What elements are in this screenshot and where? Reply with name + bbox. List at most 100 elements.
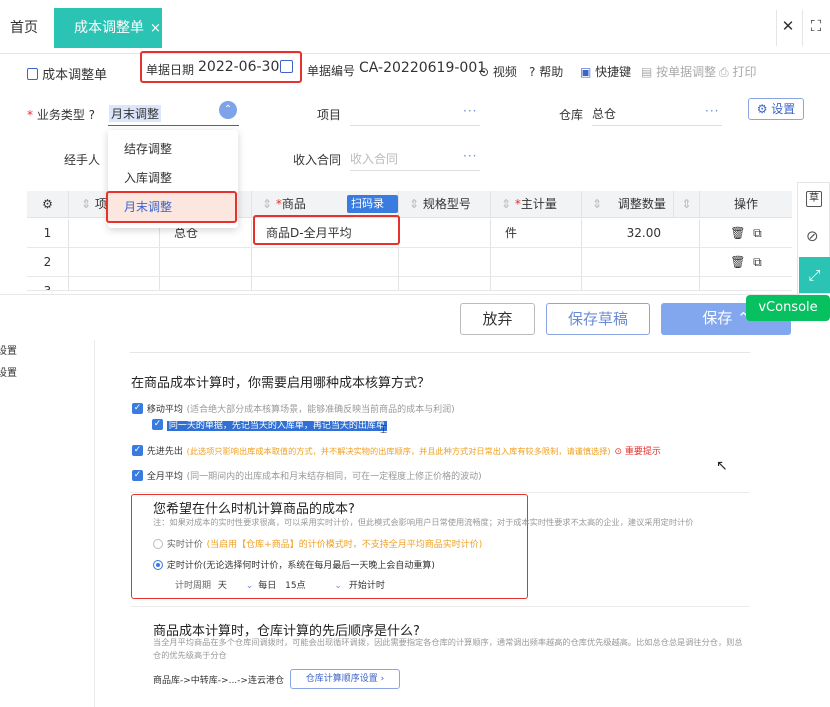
checkbox-checked-icon[interactable]: ✓ bbox=[132, 470, 143, 481]
cell-warehouse[interactable] bbox=[160, 277, 252, 290]
chevron-down-icon[interactable]: ⌄ bbox=[246, 581, 254, 591]
cell-unit[interactable] bbox=[491, 277, 582, 290]
draft-icon[interactable]: 草 bbox=[806, 191, 822, 207]
q2-note: 注：如果对成本的实时性要求很高，可以采用实时计价，但此模式会影响用户日常使用流畅… bbox=[153, 517, 694, 527]
print-link[interactable]: ⎙ 打印 bbox=[719, 63, 756, 80]
delete-icon[interactable]: 🗑 bbox=[730, 255, 745, 269]
contract-field[interactable]: 收入合同 bbox=[350, 150, 398, 167]
project-more-icon[interactable]: ··· bbox=[463, 104, 477, 118]
biz-type-underline bbox=[108, 125, 239, 126]
radio-icon[interactable] bbox=[153, 538, 163, 549]
row-number: 2 bbox=[27, 248, 69, 276]
checkbox-checked-icon[interactable]: ✓ bbox=[152, 419, 163, 430]
row-actions bbox=[700, 277, 792, 290]
option-moving-sub[interactable]: ✓ 同一天的单据，先记当天的入库单，再记当天的出库单 bbox=[152, 417, 387, 431]
tab-label: 成本调整单 bbox=[74, 20, 144, 36]
warehouse-order-button[interactable]: 仓库计算顺序设置 › bbox=[290, 669, 400, 689]
grid-settings-icon[interactable]: ⚙ bbox=[27, 191, 69, 217]
table-row[interactable]: 3 bbox=[27, 277, 792, 291]
video-link[interactable]: ⊙ 视频 bbox=[479, 63, 517, 80]
chevron-up-icon[interactable]: ⌃ bbox=[219, 101, 237, 119]
row-number: 3 bbox=[27, 277, 69, 290]
play-icon: ⊙ bbox=[479, 65, 490, 79]
shortcut-link[interactable]: ▣ 快捷键 bbox=[580, 63, 631, 80]
checkbox-checked-icon[interactable]: ✓ bbox=[132, 445, 143, 456]
cell-project[interactable] bbox=[69, 248, 160, 276]
vconsole-button[interactable]: vConsole bbox=[746, 295, 830, 321]
option-scheduled[interactable]: 定时计价(无论选择何时计价，系统在每月最后一天晚上会自动重算) bbox=[153, 557, 435, 571]
option-monthly-average[interactable]: ✓ 全月平均 (同一期间内的出库成本和月末结存相同，可在一定程度上修正价格的波动… bbox=[132, 468, 482, 482]
option-realtime[interactable]: 实时计价 (当启用【仓库+商品】的计价模式时，不支持全月平均商品实时计价) bbox=[153, 536, 482, 550]
copy-icon[interactable]: ⧉ bbox=[753, 226, 762, 240]
project-label: 项目 bbox=[317, 108, 342, 122]
hour-select[interactable]: 15点 bbox=[285, 581, 305, 591]
warehouse-underline bbox=[592, 125, 722, 126]
cell-unit[interactable]: 件 bbox=[491, 219, 582, 247]
row-actions: 🗑 ⧉ bbox=[700, 219, 792, 247]
tab-home[interactable]: 首页 bbox=[10, 8, 38, 48]
col-product[interactable]: ⇕ *商品 扫码录入 bbox=[252, 191, 399, 228]
close-icon[interactable]: × bbox=[150, 21, 161, 36]
cell-warehouse[interactable] bbox=[160, 248, 252, 276]
period-select[interactable]: 天 bbox=[218, 581, 227, 591]
discard-button[interactable]: 放弃 bbox=[460, 303, 535, 335]
shortcut-icon: ▣ bbox=[580, 65, 592, 79]
contract-more-icon[interactable]: ··· bbox=[463, 149, 477, 163]
col-ops: 操作 bbox=[733, 197, 758, 211]
delete-icon[interactable]: 🗑 bbox=[730, 226, 745, 240]
checkbox-checked-icon[interactable]: ✓ bbox=[132, 403, 143, 414]
project-field[interactable] bbox=[350, 125, 480, 126]
col-unit[interactable]: ⇕ *主计量 bbox=[491, 191, 582, 217]
form-footer: 放弃 保存草稿 保存 ⌃ bbox=[0, 294, 800, 340]
table-row[interactable]: 2 🗑 ⧉ bbox=[27, 248, 792, 277]
cell-spec[interactable] bbox=[399, 248, 491, 276]
nav-item[interactable]: 设置 bbox=[0, 364, 17, 379]
warehouse-value[interactable]: 总仓 bbox=[592, 105, 616, 122]
date-label: 单据日期 bbox=[146, 63, 195, 77]
option-inbound-adjust[interactable]: 入库调整 bbox=[108, 164, 238, 192]
paperclip-icon[interactable]: ⊘ bbox=[806, 227, 819, 245]
sort-icon[interactable]: ⇕ bbox=[674, 191, 700, 217]
cell-unit[interactable] bbox=[491, 248, 582, 276]
option-moving-average[interactable]: ✓ 移动平均 (适合绝大部分成本核算场景，能够准确反映当前商品的成本与利润) bbox=[132, 401, 455, 415]
scan-entry-button[interactable]: 扫码录入 bbox=[347, 195, 398, 228]
option-fifo[interactable]: ✓ 先进先出 (此选项只影响出库成本取值的方式，并不解决实物的出库顺序，并且此种… bbox=[132, 443, 661, 457]
cell-qty[interactable] bbox=[582, 277, 700, 290]
settings-button[interactable]: ⚙ 设置 bbox=[748, 98, 804, 120]
col-qty[interactable]: ⇕ 调整数量 bbox=[582, 191, 674, 217]
cell-product[interactable] bbox=[252, 277, 399, 290]
col-spec[interactable]: ⇕ 规格型号 bbox=[399, 191, 491, 217]
divider bbox=[130, 352, 750, 353]
q3-note: 当全月平均商品在多个仓库间调拨时，可能会出现循环调拨，因此需要指定各仓库的计算顺… bbox=[153, 637, 743, 660]
close-window-icon[interactable]: ✕ bbox=[778, 16, 798, 36]
save-draft-button[interactable]: 保存草稿 bbox=[546, 303, 650, 335]
fullscreen-icon[interactable]: ⛶ bbox=[806, 16, 826, 36]
nav-item[interactable]: 设置 bbox=[0, 342, 17, 357]
cell-spec[interactable] bbox=[399, 219, 491, 247]
document-icon bbox=[27, 68, 38, 80]
important-tip-link[interactable]: ⊙ 重要提示 bbox=[614, 447, 660, 457]
tab-cost-adjustment[interactable]: 成本调整单 × bbox=[54, 8, 162, 48]
cursor-icon: ⌶ bbox=[380, 422, 388, 436]
tab-bar: 首页 成本调整单 × ✕ ⛶ bbox=[0, 0, 830, 54]
cell-spec[interactable] bbox=[399, 277, 491, 290]
adjust-by-doc-link[interactable]: ▤ 按单据调整 bbox=[641, 63, 716, 80]
help-link[interactable]: ? 帮助 bbox=[529, 63, 563, 80]
biz-type-label: * 业务类型 ? bbox=[27, 108, 96, 122]
schedule-row: 计时周期 天 ⌄ 每日 15点 ⌄ 开始计时 bbox=[175, 581, 385, 591]
product-highlight bbox=[253, 215, 400, 245]
date-field[interactable]: 2022-06-30 bbox=[198, 59, 279, 75]
warehouse-more-icon[interactable]: ··· bbox=[705, 104, 719, 118]
radio-selected-icon[interactable] bbox=[153, 559, 163, 570]
copy-icon[interactable]: ⧉ bbox=[753, 255, 762, 269]
expand-icon[interactable]: ⤢ bbox=[799, 257, 830, 293]
cell-project[interactable] bbox=[69, 277, 160, 290]
chevron-down-icon[interactable]: ⌄ bbox=[334, 581, 342, 591]
calendar-icon[interactable] bbox=[280, 60, 293, 73]
option-balance-adjust[interactable]: 结存调整 bbox=[108, 135, 238, 163]
cell-qty[interactable]: 32.00 bbox=[582, 219, 700, 247]
cell-product[interactable] bbox=[252, 248, 399, 276]
cell-qty[interactable] bbox=[582, 248, 700, 276]
q1-title: 在商品成本计算时，你需要启用哪种成本核算方式？ bbox=[131, 376, 431, 391]
biz-type-select[interactable]: 月末调整 bbox=[109, 105, 162, 122]
